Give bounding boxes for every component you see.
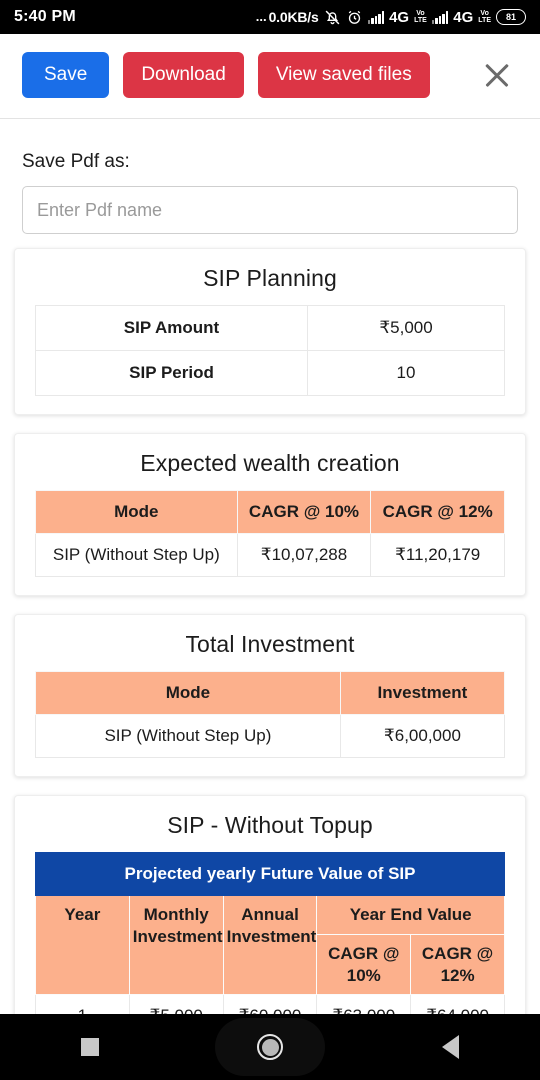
projected-banner-row: Projected yearly Future Value of SIP [35, 852, 505, 896]
header-cagr-12: CAGR @ 12% [410, 933, 505, 996]
total-header-mode: Mode [35, 671, 341, 715]
status-time: 5:40 PM [14, 8, 76, 25]
sip-period-value: 10 [307, 350, 505, 396]
table-row: SIP Period 10 [34, 350, 505, 396]
sip-without-topup-title: SIP - Without Topup [167, 812, 373, 838]
square-recents-icon [81, 1038, 99, 1056]
scroll-area[interactable]: Save Pdf as: SIP Planning SIP Amount ₹5,… [0, 131, 540, 1014]
total-header-investment: Investment [339, 671, 506, 715]
wealth-header-mode: Mode [35, 490, 238, 534]
save-pdf-label: Save Pdf as: [22, 151, 130, 172]
row-monthly-investment: ₹5,000 [128, 994, 224, 1014]
signal-bars-icon-1 [367, 10, 385, 24]
signal-bars-icon-2 [431, 10, 449, 24]
download-button[interactable]: Download [123, 52, 244, 98]
total-investment-title: Total Investment [185, 631, 355, 657]
sip-planning-card: SIP Planning SIP Amount ₹5,000 SIP Perio… [14, 248, 526, 415]
row-cagr-10: ₹63,000 [316, 994, 412, 1014]
network-type-2: 4G [453, 8, 474, 26]
table-row: SIP (Without Step Up) ₹10,07,288 ₹11,20,… [35, 533, 505, 577]
wealth-header-cagr10: CAGR @ 10% [236, 490, 372, 534]
sip-without-topup-card: SIP - Without Topup Projected yearly Fut… [14, 795, 526, 1014]
sip-amount-label: SIP Amount [34, 305, 309, 351]
table-header-row: Mode CAGR @ 10% CAGR @ 12% [35, 490, 505, 534]
network-type-1: 4G [389, 8, 410, 26]
save-button[interactable]: Save [22, 52, 110, 98]
total-mode-value: SIP (Without Step Up) [35, 714, 341, 758]
wealth-creation-table: Mode CAGR @ 10% CAGR @ 12% SIP (Without … [35, 490, 505, 577]
back-button[interactable] [410, 1014, 490, 1080]
table-row: 1 ₹5,000 ₹60,000 ₹63,000 ₹64,000 [35, 994, 505, 1014]
app-content: Save Download View saved files Save Pdf … [0, 34, 540, 1014]
speed-dots-icon: ... [255, 9, 267, 24]
volte-icon-1: Vo LTE [414, 9, 427, 25]
network-speed-value: 0.0KB/s [268, 9, 319, 25]
network-speed: ... 0.0KB/s [256, 9, 319, 25]
status-bar: 5:40 PM ... 0.0KB/s 4G Vo LTE 4G Vo LTE … [0, 0, 540, 34]
action-toolbar: Save Download View saved files [0, 34, 540, 119]
header-monthly-investment: Monthly Investment [128, 894, 224, 996]
header-year: Year [35, 894, 130, 996]
total-investment-value: ₹6,00,000 [339, 714, 506, 758]
table-header-row-top: Year Monthly Investment Annual Investmen… [35, 894, 505, 996]
wealth-cagr12-value: ₹11,20,179 [370, 533, 505, 577]
close-icon[interactable] [480, 58, 514, 92]
row-cagr-12: ₹64,000 [410, 994, 505, 1014]
triangle-back-icon [441, 1035, 459, 1059]
header-year-end-value: Year End Value [316, 895, 505, 935]
sip-period-label: SIP Period [34, 350, 309, 396]
wealth-creation-card: Expected wealth creation Mode CAGR @ 10%… [14, 433, 526, 596]
table-header-row: Mode Investment [35, 671, 506, 715]
circle-home-icon [257, 1034, 283, 1060]
wealth-mode-value: SIP (Without Step Up) [35, 533, 238, 577]
row-annual-investment: ₹60,000 [222, 994, 318, 1014]
sip-planning-table: SIP Amount ₹5,000 SIP Period 10 [34, 305, 505, 396]
sip-planning-title: SIP Planning [203, 265, 337, 291]
home-button[interactable] [230, 1014, 310, 1080]
recents-button[interactable] [50, 1014, 130, 1080]
battery-indicator: 81 [496, 9, 526, 25]
table-row: SIP Amount ₹5,000 [34, 305, 505, 351]
projected-banner-text: Projected yearly Future Value of SIP [35, 852, 505, 896]
sip-amount-value: ₹5,000 [307, 305, 505, 351]
projected-future-value-table: Projected yearly Future Value of SIP Yea… [35, 852, 505, 1014]
header-cagr-10: CAGR @ 10% [316, 933, 412, 996]
pdf-name-input[interactable] [22, 186, 518, 234]
status-icons: ... 0.0KB/s 4G Vo LTE 4G Vo LTE 81 [256, 9, 526, 26]
header-annual-investment: Annual Investment [222, 894, 318, 996]
alarm-clock-icon [346, 9, 363, 26]
android-navigation-bar [0, 1014, 540, 1080]
row-year: 1 [35, 994, 130, 1014]
wealth-cagr10-value: ₹10,07,288 [236, 533, 372, 577]
view-saved-files-button[interactable]: View saved files [257, 52, 430, 98]
wealth-creation-title: Expected wealth creation [140, 450, 400, 476]
volte-icon-2: Vo LTE [478, 9, 491, 25]
table-row: SIP (Without Step Up) ₹6,00,000 [35, 714, 506, 758]
total-investment-card: Total Investment Mode Investment SIP (Wi… [14, 614, 526, 777]
wealth-header-cagr12: CAGR @ 12% [370, 490, 505, 534]
save-pdf-section: Save Pdf as: [0, 131, 540, 248]
bell-muted-icon [324, 9, 341, 26]
phone-screen: 5:40 PM ... 0.0KB/s 4G Vo LTE 4G Vo LTE … [0, 0, 540, 1080]
total-investment-table: Mode Investment SIP (Without Step Up) ₹6… [35, 671, 506, 758]
